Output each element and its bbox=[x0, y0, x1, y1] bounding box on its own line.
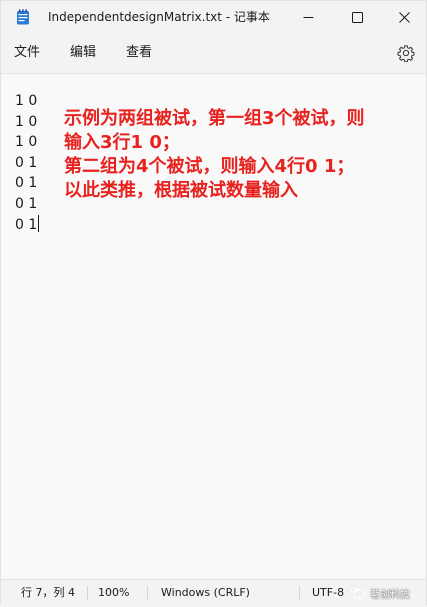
editor-line: 0 1 bbox=[15, 195, 38, 212]
maximize-button[interactable] bbox=[334, 1, 380, 33]
title-bar[interactable]: IndependentdesignMatrix.txt - 记事本 bbox=[1, 1, 426, 33]
editor-line: 0 1 bbox=[15, 216, 38, 233]
notepad-window: IndependentdesignMatrix.txt - 记事本 文件 编辑 … bbox=[0, 0, 427, 607]
editor-line: 1 0 bbox=[15, 93, 38, 109]
status-bar: 行 7，列 4 100% Windows (CRLF) UTF-8 茗创科技 bbox=[1, 579, 426, 607]
editor-line: 1 0 bbox=[15, 113, 38, 130]
notepad-icon bbox=[16, 9, 30, 25]
menu-edit[interactable]: 编辑 bbox=[68, 33, 98, 73]
minimize-button[interactable] bbox=[285, 1, 331, 33]
gear-icon[interactable] bbox=[397, 44, 415, 63]
menu-file[interactable]: 文件 bbox=[12, 33, 42, 73]
text-editor[interactable]: 1 0 1 0 1 0 0 1 0 1 0 1 0 1 示例为两组被试，第一组3… bbox=[1, 74, 426, 574]
status-separator bbox=[87, 586, 88, 600]
editor-line: 1 0 bbox=[15, 134, 38, 151]
window-title: IndependentdesignMatrix.txt - 记事本 bbox=[48, 10, 270, 24]
editor-line: 0 1 bbox=[15, 154, 38, 171]
watermark-text: 茗创科技 bbox=[370, 589, 410, 601]
editor-line: 0 1 bbox=[15, 175, 38, 192]
annotation-line: 以此类推，根据被试数量输入 bbox=[64, 180, 298, 201]
menu-view[interactable]: 查看 bbox=[124, 33, 154, 73]
zoom-level[interactable]: 100% bbox=[98, 580, 129, 606]
editor-line-last: 0 1 bbox=[15, 214, 40, 236]
status-separator bbox=[299, 586, 300, 600]
annotation-line: 输入3行1 0； bbox=[64, 132, 180, 153]
menu-bar: 文件 编辑 查看 bbox=[1, 33, 426, 74]
maximize-icon bbox=[351, 8, 363, 27]
close-button[interactable] bbox=[381, 1, 427, 33]
editor-text[interactable]: 1 0 1 0 1 0 0 1 0 1 0 1 0 1 bbox=[15, 91, 40, 236]
text-caret bbox=[38, 214, 40, 232]
status-separator bbox=[147, 586, 148, 600]
line-ending[interactable]: Windows (CRLF) bbox=[161, 580, 250, 606]
minimize-icon bbox=[303, 8, 314, 27]
red-annotation: 示例为两组被试，第一组3个被试，则 输入3行1 0； 第二组为4个被试，则输入4… bbox=[64, 107, 419, 203]
close-icon bbox=[398, 8, 410, 27]
watermark: 茗创科技 bbox=[346, 583, 410, 603]
wechat-icon bbox=[346, 583, 366, 603]
annotation-line: 示例为两组被试，第一组3个被试，则 bbox=[64, 108, 365, 129]
cursor-position: 行 7，列 4 bbox=[21, 586, 75, 599]
encoding[interactable]: UTF-8 bbox=[312, 580, 344, 606]
annotation-line: 第二组为4个被试，则输入4行0 1； bbox=[64, 156, 355, 177]
